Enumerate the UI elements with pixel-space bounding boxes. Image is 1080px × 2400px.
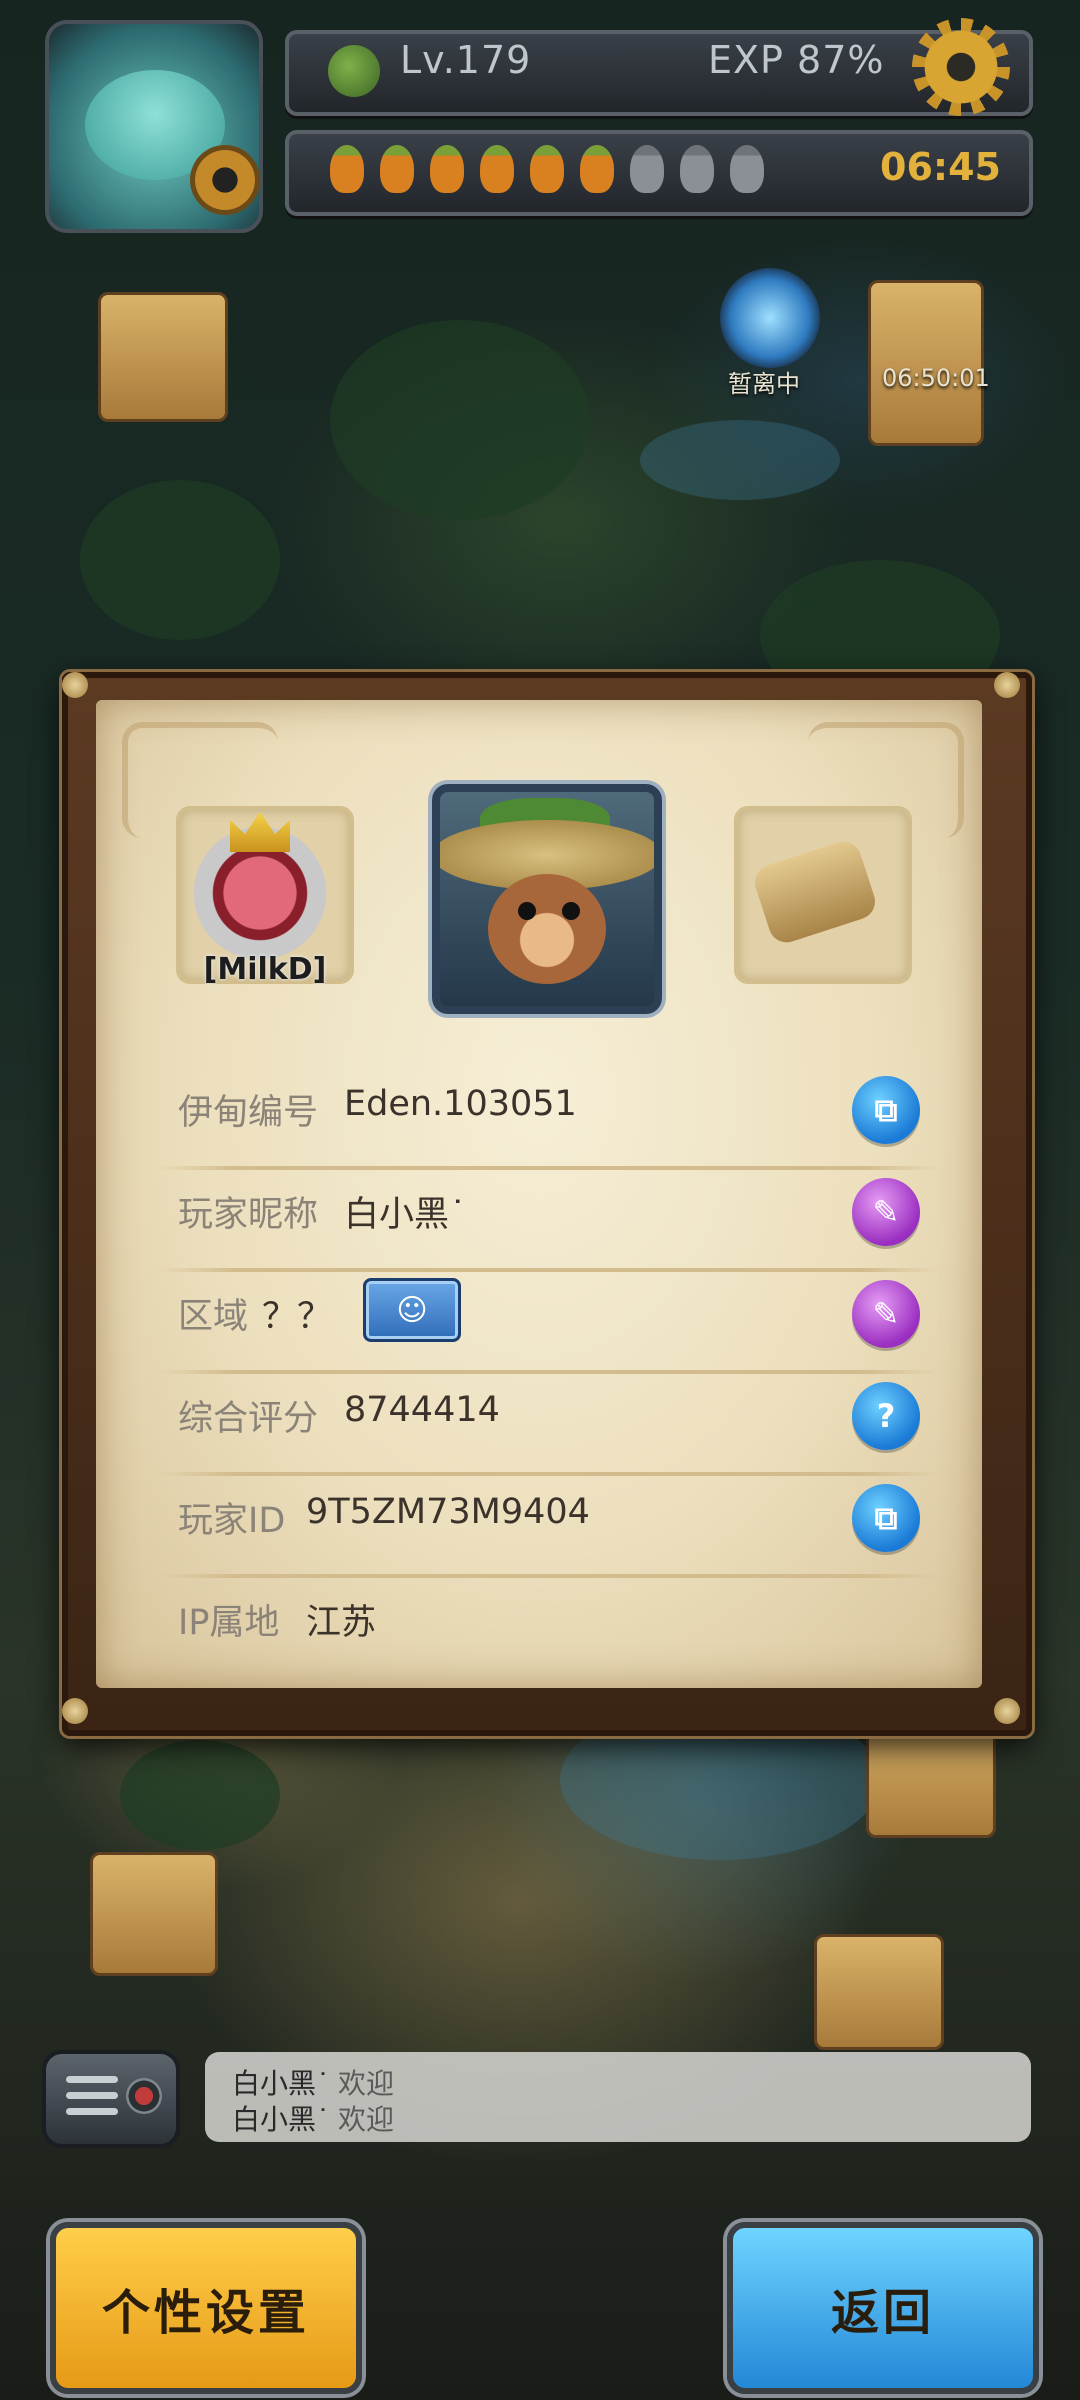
copy-icon[interactable]: ⧉ — [852, 1484, 920, 1552]
row-value: 白小黑˙ — [344, 1195, 467, 1235]
edit-icon[interactable]: ✎ — [852, 1280, 920, 1348]
chat-sender: 白小黑˙ — [232, 2103, 331, 2136]
river — [640, 420, 840, 500]
chat-line-icon — [66, 2092, 118, 2099]
chat-line-icon — [66, 2076, 118, 2083]
portal-status-label: 暂离中 — [728, 370, 800, 398]
row-value: Eden.103051 — [344, 1084, 577, 1124]
info-row-region: 区域 ？？ ☺ ✎ — [158, 1272, 940, 1374]
bear-face — [488, 874, 606, 984]
chat-line-icon — [66, 2108, 118, 2115]
portal-icon[interactable] — [720, 268, 820, 368]
info-row-nickname: 玩家昵称 白小黑˙ ✎ — [158, 1170, 940, 1272]
forest — [330, 320, 590, 520]
chat-message: 白小黑˙ 欢迎 — [232, 2062, 394, 2102]
back-button[interactable]: 返回 — [727, 2222, 1039, 2394]
row-label: 区域 — [178, 1297, 249, 1337]
stamina-timer: 06:45 — [880, 145, 1001, 189]
chat-text: 欢迎 — [338, 2067, 395, 2100]
row-label: 综合评分 — [178, 1399, 319, 1439]
carrot-icon — [630, 145, 664, 193]
row-value: 8744414 — [344, 1390, 500, 1430]
chat-sender: 白小黑˙ — [232, 2067, 331, 2100]
carrot-icon — [480, 145, 514, 193]
alchemy-marker[interactable] — [90, 1852, 218, 1976]
chat-message: 白小黑˙ 欢迎 — [232, 2098, 394, 2138]
row-value: ？？ — [262, 1297, 333, 1337]
carrot-icon — [580, 145, 614, 193]
edit-icon[interactable]: ✎ — [852, 1178, 920, 1246]
event-marker[interactable] — [98, 292, 228, 422]
customize-button[interactable]: 个性设置 — [50, 2222, 362, 2394]
row-label: IP属地 — [178, 1603, 280, 1643]
carrot-icon — [530, 145, 564, 193]
eye — [562, 902, 580, 920]
row-value: 江苏 — [306, 1603, 377, 1643]
chat-text: 欢迎 — [338, 2103, 395, 2136]
row-label: 玩家昵称 — [178, 1195, 319, 1235]
treasure-chest-marker[interactable] — [868, 280, 984, 446]
level-text: Lv.179 — [400, 38, 532, 82]
exp-text: EXP 87% — [708, 38, 885, 82]
panel-rivet — [62, 672, 88, 698]
carrot-icon — [730, 145, 764, 193]
panel-rivet — [994, 672, 1020, 698]
row-label: 伊甸编号 — [178, 1093, 319, 1133]
profile-info-list: 伊甸编号 Eden.103051 ⧉ 玩家昵称 白小黑˙ ✎ 区域 ？？ ☺ ✎… — [158, 1068, 940, 1680]
coin-icon[interactable] — [190, 145, 260, 215]
carrot-icon — [330, 145, 364, 193]
row-value: 9T5ZM73M9404 — [306, 1492, 590, 1532]
region-select-button[interactable]: ☺ — [363, 1278, 461, 1342]
carrot-icon — [380, 145, 414, 193]
info-row-score: 综合评分 8744414 ? — [158, 1374, 940, 1476]
chat-radio-button[interactable] — [42, 2050, 180, 2148]
guild-tag: [MilkD] — [203, 952, 327, 987]
forest — [120, 1740, 280, 1850]
settings-gear-icon[interactable] — [912, 18, 1010, 116]
quest-marker[interactable] — [814, 1934, 944, 2050]
panel-rivet — [994, 1698, 1020, 1724]
radio-dial-icon — [126, 2078, 162, 2114]
panel-rivet — [62, 1698, 88, 1724]
chest-timer-label: 06:50:01 — [882, 364, 990, 392]
help-icon[interactable]: ? — [852, 1382, 920, 1450]
info-row-player-id: 玩家ID 9T5ZM73M9404 ⧉ — [158, 1476, 940, 1578]
player-portrait[interactable] — [432, 784, 662, 1014]
eye — [518, 902, 536, 920]
clover-icon — [328, 45, 380, 97]
copy-icon[interactable]: ⧉ — [852, 1076, 920, 1144]
row-label: 玩家ID — [178, 1501, 286, 1541]
forest — [80, 480, 280, 640]
info-row-eden-id: 伊甸编号 Eden.103051 ⧉ — [158, 1068, 940, 1170]
carrot-icon — [680, 145, 714, 193]
carrot-icon — [430, 145, 464, 193]
info-row-ip-location: IP属地 江苏 — [178, 1578, 920, 1680]
